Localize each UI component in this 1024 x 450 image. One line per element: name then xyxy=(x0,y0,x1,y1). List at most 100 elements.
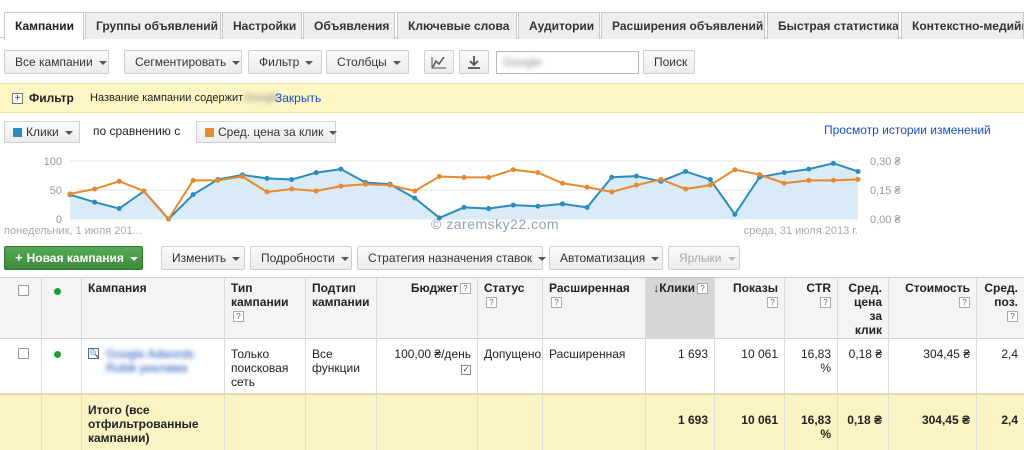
chevron-down-icon xyxy=(305,60,314,65)
cpc-point xyxy=(141,188,147,194)
header-extended[interactable]: Расширенная ? xyxy=(543,277,646,339)
y-left-tick-label: 50 xyxy=(50,185,62,197)
chart-toggle-button[interactable] xyxy=(424,50,454,74)
cpc-point xyxy=(510,167,516,173)
clicks-point xyxy=(92,199,98,205)
header-cost-label: Стоимость xyxy=(905,281,970,295)
cell-budget: 100,00 ₴/день ✓ xyxy=(377,339,478,394)
clicks-point xyxy=(683,168,689,174)
search-button[interactable]: Поиск xyxy=(643,50,695,74)
cell-subtype: Все функции xyxy=(306,339,377,394)
line-chart-icon xyxy=(431,56,446,69)
cpc-point xyxy=(338,183,344,189)
header-clicks[interactable]: ↓Клики? xyxy=(646,277,715,339)
help-icon[interactable]: ? xyxy=(460,283,471,294)
campaign-name-link[interactable]: Google Adwords Rubik реклама xyxy=(106,347,218,375)
details-label: Подробности xyxy=(261,251,335,265)
help-icon[interactable]: ? xyxy=(697,283,708,294)
tab-audiences[interactable]: Аудитории xyxy=(518,12,600,39)
metric2-dropdown[interactable]: Сред. цена за клик xyxy=(196,121,338,143)
search-input[interactable]: Google xyxy=(496,51,639,74)
cell-ctr: 16,83 % xyxy=(785,339,838,394)
clicks-point xyxy=(461,204,467,210)
header-subtype[interactable]: Подтип кампании xyxy=(306,277,377,339)
cpc-point xyxy=(757,172,762,178)
details-dropdown[interactable]: Подробности xyxy=(250,246,352,270)
chevron-down-icon xyxy=(64,130,73,135)
clicks-point xyxy=(412,195,418,201)
change-history-link[interactable]: Просмотр истории изменений xyxy=(824,123,991,137)
edit-dropdown[interactable]: Изменить xyxy=(161,246,245,270)
cpc-point xyxy=(436,173,442,179)
cpc-point xyxy=(806,177,812,183)
total-empty xyxy=(478,394,543,450)
chevron-down-icon xyxy=(727,256,736,261)
header-impressions[interactable]: Показы? xyxy=(715,277,785,339)
header-ctr-label: CTR xyxy=(806,281,831,295)
tab-quick-stats[interactable]: Быстрая статистика xyxy=(767,12,899,39)
col-select xyxy=(0,277,42,450)
help-icon[interactable]: ? xyxy=(820,297,831,308)
clicks-point xyxy=(855,168,861,174)
metric1-dropdown[interactable]: Клики xyxy=(4,121,80,143)
budget-value: 100,00 ₴/день xyxy=(394,347,471,361)
help-icon[interactable]: ? xyxy=(486,297,497,308)
cpc-point xyxy=(387,182,393,188)
total-clicks: 1 693 xyxy=(646,394,715,450)
help-icon[interactable]: ? xyxy=(551,297,562,308)
tab-settings[interactable]: Настройки xyxy=(222,12,302,39)
header-campaign-label: Кампания xyxy=(88,281,147,295)
header-avg-cpc[interactable]: Сред. цена за клик ? xyxy=(838,277,889,339)
clicks-point xyxy=(609,174,615,180)
clicks-point xyxy=(116,206,122,212)
row-checkbox[interactable] xyxy=(18,348,29,359)
header-campaign-type[interactable]: Тип кампании ? xyxy=(225,277,306,339)
labels-dropdown[interactable]: Ярлыки xyxy=(668,246,740,270)
header-status-label: Статус xyxy=(484,281,525,295)
columns-dropdown[interactable]: Столбцы xyxy=(326,50,409,74)
clicks-point xyxy=(707,177,713,183)
download-button[interactable] xyxy=(459,50,489,74)
header-cost[interactable]: Стоимость? xyxy=(889,277,977,339)
tab-display-network[interactable]: Контекстно-медийная xyxy=(901,12,1024,39)
tab-ads[interactable]: Объявления xyxy=(303,12,395,39)
header-campaign[interactable]: Кампания xyxy=(82,277,225,339)
chevron-down-icon xyxy=(129,256,138,261)
help-icon[interactable]: ? xyxy=(959,297,970,308)
help-icon[interactable]: ? xyxy=(767,297,778,308)
cpc-swatch-icon xyxy=(205,128,214,137)
header-subtype-label: Подтип кампании xyxy=(312,281,370,309)
metric1-label: Клики xyxy=(26,125,59,139)
cell-cost: 304,45 ₴ xyxy=(889,339,977,394)
expand-plus-icon[interactable]: + xyxy=(12,93,23,104)
header-ctr[interactable]: CTR ? xyxy=(785,277,838,339)
chevron-down-icon xyxy=(651,256,660,261)
labels-label: Ярлыки xyxy=(679,251,722,265)
header-avg-position[interactable]: Сред. поз. ? xyxy=(977,277,1024,339)
header-status[interactable]: Статус ? xyxy=(478,277,543,339)
help-icon[interactable]: ? xyxy=(1007,311,1018,322)
filter-dropdown[interactable]: Фильтр xyxy=(248,50,322,74)
bid-strategy-dropdown[interactable]: Стратегия назначения ставок xyxy=(357,246,547,270)
clicks-point xyxy=(535,203,541,209)
status-filter-dot-icon[interactable] xyxy=(54,288,61,295)
header-budget-label: Бюджет xyxy=(410,281,458,295)
select-all-checkbox[interactable] xyxy=(18,285,29,296)
all-campaigns-dropdown[interactable]: Все кампании xyxy=(4,50,109,74)
new-campaign-button[interactable]: + Новая кампания xyxy=(4,246,143,270)
filter-close-link[interactable]: Закрыть xyxy=(275,91,321,105)
tab-ad-extensions[interactable]: Расширения объявлений xyxy=(601,12,765,39)
columns-label: Столбцы xyxy=(337,55,387,69)
help-icon[interactable]: ? xyxy=(233,311,244,322)
edit-checkbox-icon[interactable]: ✓ xyxy=(461,365,471,375)
tab-campaigns[interactable]: Кампании xyxy=(4,12,84,40)
segment-dropdown[interactable]: Сегментировать xyxy=(124,50,242,74)
automation-dropdown[interactable]: Автоматизация xyxy=(549,246,663,270)
col-status-dot xyxy=(42,277,82,450)
header-budget[interactable]: Бюджет? xyxy=(377,277,478,339)
tab-keywords[interactable]: Ключевые слова xyxy=(397,12,517,39)
search-input-value: Google xyxy=(503,55,542,69)
tab-ad-groups[interactable]: Группы объявлений xyxy=(85,12,221,39)
new-campaign-label: Новая кампания xyxy=(26,251,124,265)
clicks-point xyxy=(486,206,492,212)
